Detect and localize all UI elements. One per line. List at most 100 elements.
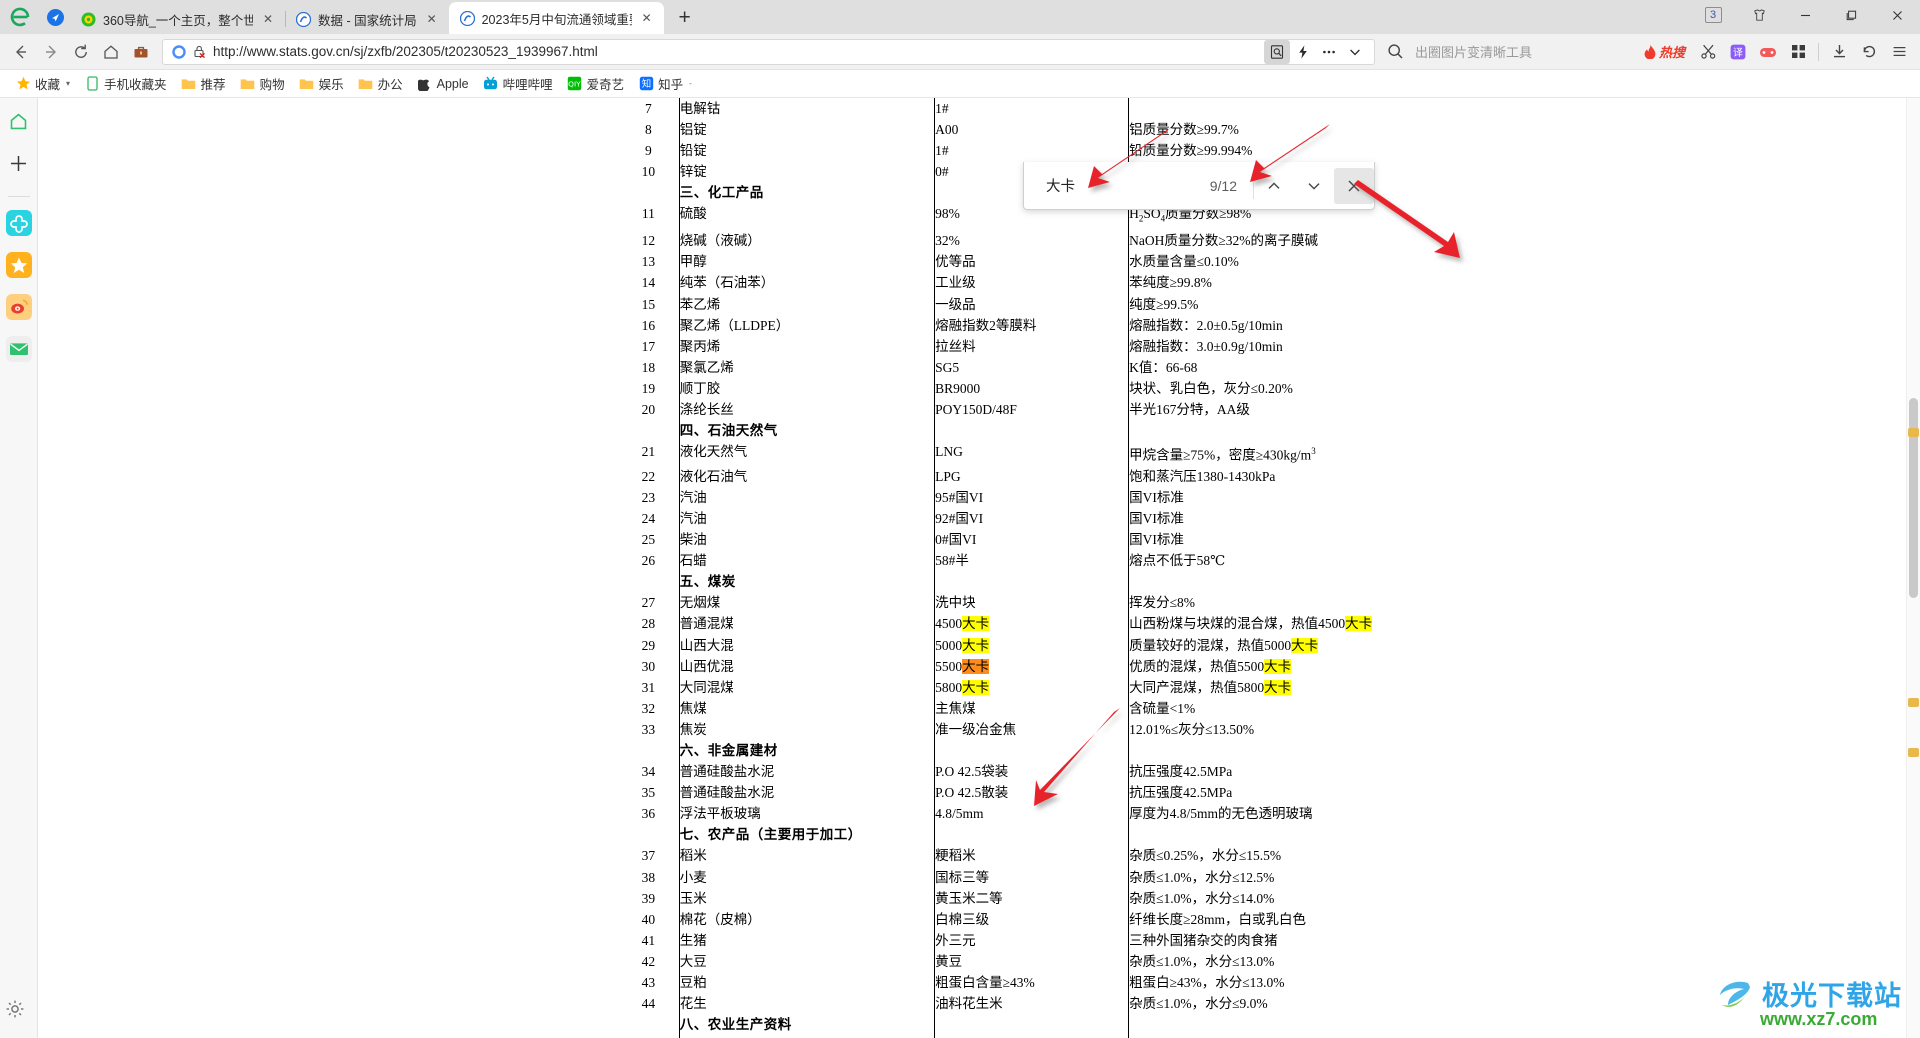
row-note: 挥发分≤8%: [1128, 592, 1578, 614]
search-icon[interactable]: [1381, 37, 1411, 67]
folder-icon: [299, 76, 315, 92]
row-note: 大同产混煤，热值5800大卡: [1128, 676, 1578, 698]
section-title: 三、化工产品: [679, 185, 764, 201]
tab-count-badge[interactable]: 3: [1690, 0, 1736, 30]
section-title: 七、农产品（主要用于加工）: [679, 827, 862, 843]
row-note: 半光167分特，AA级: [1128, 399, 1578, 421]
address-bar[interactable]: http://www.stats.gov.cn/sj/zxfb/202305/t…: [162, 38, 1375, 65]
sidebar-item-mail[interactable]: [5, 335, 33, 367]
profile-avatar[interactable]: [40, 0, 70, 34]
download-icon[interactable]: [1824, 37, 1854, 67]
forward-button[interactable]: [36, 37, 66, 67]
row-note: 12.01%≤灰分≤13.50%: [1128, 718, 1578, 740]
screenshot-scissors-icon[interactable]: [1693, 37, 1723, 67]
translate-icon[interactable]: 译: [1723, 37, 1753, 67]
row-note: 山西粉煤与块煤的混合煤，热值4500大卡: [1128, 613, 1578, 635]
find-highlight: 大卡: [1264, 658, 1292, 674]
row-note: 杂质≤0.25%，水分≤15.5%: [1128, 845, 1578, 867]
browser-tab-2[interactable]: 数据 - 国家统计局 ✕: [285, 4, 449, 34]
table-row: 21 液化天然气 LNG 甲烷含量≥75%，密度≥430kg/m3: [618, 441, 1578, 466]
bookmark-favorites[interactable]: 收藏 ▾: [8, 73, 77, 95]
tab-title: 数据 - 国家统计局: [318, 13, 417, 28]
bookmark-folder-recommend[interactable]: 推荐: [174, 73, 233, 95]
history-undo-icon[interactable]: [1854, 37, 1884, 67]
browser-menu-icon[interactable]: [1884, 37, 1914, 67]
close-icon[interactable]: ✕: [259, 10, 277, 28]
bookmark-folder-entertainment[interactable]: 娱乐: [292, 73, 351, 95]
star-icon: [15, 76, 31, 92]
site-watermark: 极光下载站 www.xz7.com: [1716, 974, 1902, 1030]
more-options-icon[interactable]: [1316, 40, 1342, 64]
table-row: 36 浮法平板玻璃 4.8/5mm 厚度为4.8/5mm的无色透明玻璃: [618, 803, 1578, 825]
row-commodity-name: 聚乙烯（LLDPE）: [679, 317, 790, 333]
reload-button[interactable]: [66, 37, 96, 67]
table-row: 17 聚丙烯 拉丝料 熔融指数：3.0±0.9g/10min: [618, 335, 1578, 357]
tab-title: 2023年5月中旬流通领域重要生: [481, 12, 632, 27]
bookmark-zhihu[interactable]: 知 知乎 -: [631, 73, 699, 95]
page-scrollbar[interactable]: [1906, 98, 1920, 1038]
browser-tab-1[interactable]: 360导航_一个主页，整个世界 ✕: [70, 4, 285, 34]
bookmark-bilibili[interactable]: 哔哩哔哩: [476, 73, 560, 95]
row-commodity-name: 汽油: [679, 489, 707, 505]
minimize-button[interactable]: [1782, 0, 1828, 30]
bookmark-folder-office[interactable]: 办公: [351, 73, 410, 95]
close-icon[interactable]: ✕: [423, 10, 441, 28]
close-window-button[interactable]: [1874, 0, 1920, 30]
speed-bolt-icon[interactable]: [1290, 40, 1316, 64]
maximize-button[interactable]: [1828, 0, 1874, 30]
toolbox-icon[interactable]: [126, 37, 156, 67]
find-previous-button[interactable]: [1254, 168, 1294, 204]
row-number: 39: [618, 887, 680, 909]
table-row: 12 烧碱（液碱） 32% NaOH质量分数≥32%的离子膜碱: [618, 230, 1578, 252]
bookmark-iqiyi[interactable]: iQIYI 爱奇艺: [560, 73, 632, 95]
sidebar-item-add[interactable]: [5, 152, 33, 180]
bookmark-folder-shopping[interactable]: 购物: [233, 73, 292, 95]
bookmarks-overflow-icon[interactable]: -: [689, 79, 692, 88]
row-note: 块状、乳白色，灰分≤0.20%: [1128, 377, 1578, 399]
back-button[interactable]: [6, 37, 36, 67]
table-section-row: 四、石油天然气: [618, 420, 1578, 442]
find-highlight: 大卡: [962, 616, 990, 632]
table-row: 20 涤纶长丝 POY150D/48F 半光167分特，AA级: [618, 399, 1578, 421]
close-icon[interactable]: ✕: [638, 9, 656, 27]
section-title: 五、煤炭: [679, 574, 736, 590]
sidebar-item-settings[interactable]: [5, 999, 25, 1024]
page-info-icon[interactable]: [169, 42, 189, 62]
insecure-lock-icon[interactable]: [189, 42, 209, 62]
row-commodity-name: 焦炭: [679, 721, 707, 737]
home-button[interactable]: [96, 37, 126, 67]
row-spec: 洗中块: [934, 592, 1129, 614]
row-number: [618, 824, 680, 846]
row-commodity-name: 普通硅酸盐水泥: [679, 764, 775, 780]
row-number: 13: [618, 251, 680, 273]
apps-grid-icon[interactable]: [1783, 37, 1813, 67]
page-translate-icon[interactable]: [1263, 39, 1290, 64]
row-note: 杂质≤1.0%，水分≤9.0%: [1128, 993, 1578, 1015]
skin-shirt-icon[interactable]: [1736, 0, 1782, 30]
find-input[interactable]: 大卡: [1024, 175, 1210, 196]
chevron-down-icon[interactable]: [1342, 40, 1368, 64]
bookmark-label: 知乎: [658, 78, 684, 92]
row-spec: 主焦煤: [934, 697, 1129, 719]
bookmark-phone-favorites[interactable]: 手机收藏夹: [77, 73, 174, 95]
sidebar-item-favorites[interactable]: [5, 251, 33, 281]
row-spec: [934, 420, 1129, 442]
new-tab-button[interactable]: +: [670, 3, 700, 33]
sidebar-item-home[interactable]: [5, 110, 33, 138]
chevron-down-icon[interactable]: ▾: [66, 79, 70, 88]
hot-search-badge[interactable]: 热搜: [1643, 42, 1685, 61]
mail-icon: [5, 335, 32, 367]
row-number: 38: [618, 866, 680, 888]
table-row: 23 汽油 95#国VI 国VI标准: [618, 486, 1578, 508]
find-next-button[interactable]: [1294, 168, 1334, 204]
search-input[interactable]: 出圈图片变清晰工具: [1411, 39, 1641, 65]
bookmark-apple[interactable]: Apple: [410, 73, 476, 95]
left-sidebar: [0, 98, 38, 1038]
sidebar-item-weibo[interactable]: [5, 293, 33, 323]
folder-icon: [358, 76, 374, 92]
commodity-price-table: 7 电解钴 1# 8 铝锭 A00 铝质量分数≥99.7% 9 铅锭 1# 铅质量分数≥99.994…: [618, 98, 1578, 1038]
sidebar-item-appstore[interactable]: [5, 209, 33, 239]
browser-tab-3[interactable]: 2023年5月中旬流通领域重要生 ✕: [448, 2, 664, 34]
find-close-button[interactable]: [1334, 167, 1374, 204]
game-controller-icon[interactable]: [1753, 37, 1783, 67]
